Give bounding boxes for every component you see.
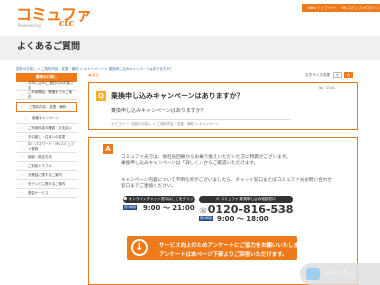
chatbot-label: チャットボット [324, 271, 356, 276]
page-title: よくあるご質問 [17, 42, 81, 52]
sidebar-item[interactable]: › ご利用料金の確認・お支払い [16, 124, 77, 133]
sidebar-item[interactable]: › 光電話に関するご案内 [16, 171, 77, 180]
chevron-right-icon: › [21, 82, 23, 88]
sidebar-item-label: ID・パスワード・Myコミュファ登録 [28, 142, 74, 151]
font-small-button[interactable]: 小 [333, 72, 342, 78]
font-size-label: 文字サイズ変更 [305, 73, 331, 77]
survey-banner-line1: サービス向上のためアンケートにご協力をお願いいたします。 [159, 243, 310, 249]
sidebar-item[interactable]: › 光テレビに関するご案内 [16, 180, 77, 189]
sidebar-item-label: ご契約内容・変更・解約 [29, 104, 67, 109]
tel-hours: 9:00 〜 18:00 [217, 215, 269, 223]
answer-line: 乗換申し込みキャンペーンは「詳しく」からご確認いただけます。 [121, 161, 259, 166]
font-large-button[interactable]: 大 [344, 72, 353, 78]
sidebar-item-label: 光電話に関するご案内 [28, 172, 62, 177]
q-icon: Q [96, 91, 106, 101]
chat-icon: 💬 [123, 197, 128, 201]
sidebar-item[interactable]: › お引越し・住まいの変更 [16, 133, 77, 142]
tel-center-button-label: コミュファ 新規申し込み相談窓口 [220, 197, 276, 201]
sidebar-item-label: 光テレビに関するご案内 [28, 181, 66, 186]
question-number: No：2094 [319, 86, 335, 90]
chat-hours: 9:00 〜 21:00 [143, 204, 195, 212]
chevron-right-icon: › [21, 153, 23, 159]
chevron-right-icon: › [21, 103, 23, 109]
chat-contact: 💬 オンラインチャット窓口はここをクリック 受付時間 9:00 〜 21:00 [121, 196, 197, 213]
survey-banner-line2: アンケートは本ページ下部よりご回答いただけます。 [159, 252, 288, 258]
sidebar-item[interactable]: › ご利用開始・開通までのご案内 [16, 90, 77, 100]
online-chat-button[interactable]: 💬 オンラインチャット窓口はここをクリック [123, 196, 197, 203]
chevron-right-icon: › [21, 133, 23, 139]
sidebar-item-label: ご利用トラブル [28, 163, 52, 168]
chevron-right-icon: › [21, 189, 23, 195]
arrow-down-icon: ↓ [131, 239, 148, 256]
back-label: 戻る [91, 73, 100, 77]
sidebar-item-label: ご利用開始・開通までのご案内 [28, 90, 73, 99]
my-commufa-login-link[interactable]: Myコミュファログイン [336, 4, 380, 12]
chevron-right-icon: › [21, 124, 23, 130]
back-link[interactable]: ◀ 戻る [88, 73, 99, 78]
chevron-right-icon: › [21, 91, 23, 97]
online-chat-button-label: オンラインチャット窓口はここをクリック [128, 197, 197, 201]
sidebar-item-label: 退会サービス [28, 190, 49, 195]
sidebar-item[interactable]: › 接続・設定方法 [16, 153, 77, 162]
question-box: No：2094 Q 乗換申し込みキャンペーンはありますか？ 乗換申し込みキャンペ… [88, 82, 358, 130]
main-toolbar: ◀ 戻る 文字サイズ変更 小 大 [88, 72, 358, 81]
sidebar-item[interactable]: › 各種キャンペーン [16, 114, 77, 124]
free-dial-icon: ☏ [199, 207, 208, 215]
chevron-right-icon: › [25, 115, 27, 121]
logo-by-text: Powered by [18, 23, 42, 28]
commufa-logo[interactable]: コミュファ Powered by ctc [16, 6, 100, 30]
phone-icon: ✆ [216, 197, 220, 201]
sidebar-item[interactable]: › 退会サービス [16, 189, 77, 198]
question-title: 乗換申し込みキャンペーンはありますか？ [111, 92, 244, 100]
answer-line: 窓口までご連絡ください。 [121, 184, 177, 189]
sidebar-item[interactable]: › ご契約内容・変更・解約 [16, 102, 77, 112]
sidebar-item-label: ご利用料金の確認・お支払い [28, 125, 73, 130]
main-content: ◀ 戻る 文字サイズ変更 小 大 No：2094 Q 乗換申し込みキャンペーンは… [88, 72, 358, 285]
chevron-right-icon: › [21, 171, 23, 177]
chat-hours-label: 受付時間 [123, 205, 138, 210]
chatbot-floating-button[interactable]: チャットボット [300, 263, 380, 285]
ctc-logo-text: ctc [59, 19, 75, 29]
chevron-right-icon: › [21, 162, 23, 168]
breadcrumb[interactable]: 回答のお探し > ご契約内容・変更・解約 > キャンペーン > 乗換申し込みキャ… [16, 66, 173, 71]
tel-contact: ✆ コミュファ 新規申し込み相談窓口 ☏0120-816-538 （ガイダンス：… [199, 196, 297, 226]
sidebar-list: › お申し込み/ご検討中のお客さま › ご利用開始・開通までのご案内 › ご契約内容・変更… [16, 81, 77, 198]
tel-hours-label: 受付時間 [199, 216, 214, 221]
sidebar-item-label: お引越し・住まいの変更 [28, 134, 66, 139]
chevron-right-icon: › [21, 143, 23, 149]
sidebar-item[interactable]: › ID・パスワード・Myコミュファ登録 [16, 142, 77, 153]
question-subtitle: 乗換申し込みキャンペーンはありますか？ [111, 108, 206, 114]
tel-center-button[interactable]: ✆ コミュファ 新規申し込み相談窓口 [199, 196, 293, 203]
a-icon: A [103, 144, 113, 154]
chat-bubble-icon [306, 268, 320, 280]
title-bar: よくあるご質問 [0, 36, 380, 60]
sidebar-item-label: 接続・設定方法 [28, 154, 52, 159]
sidebar-item[interactable]: › ご利用トラブル [16, 162, 77, 171]
tel-guidance: （ガイダンス：1） [267, 209, 297, 213]
survey-banner[interactable]: ↓ サービス向上のためアンケートにご協力をお願いいたします。 アンケートは本ペー… [127, 236, 309, 260]
question-category[interactable]: カテゴリー：回答のお探し > ご契約内容・変更・解約 > キャンペーン [111, 119, 291, 127]
chevron-right-icon: › [21, 180, 23, 186]
header: コミュファ Powered by ctc Web トップページ Myコミュファロ… [0, 0, 380, 34]
sidebar: 質問のお探し › お申し込み/ご検討中のお客さま › ご利用開始・開通までのご案内 › ご… [16, 73, 77, 253]
sidebar-item-label: 各種キャンペーン [32, 116, 59, 121]
